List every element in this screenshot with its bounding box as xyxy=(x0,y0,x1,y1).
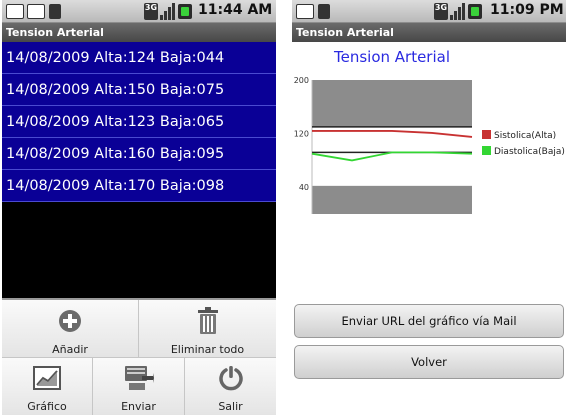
phone-screen-list: 3G 11:44 AM Tension Arterial 14/08/2009 … xyxy=(2,0,276,415)
reading-item[interactable]: 14/08/2009 Alta:124 Baja:044 xyxy=(2,42,276,74)
series-line xyxy=(311,151,473,162)
add-label: Añadir xyxy=(52,343,88,356)
status-time: 11:44 AM xyxy=(198,2,273,18)
signal-strength-icon xyxy=(450,3,465,20)
trash-icon xyxy=(197,307,218,334)
sd-card-icon xyxy=(49,4,61,19)
status-bar: 3G 11:09 PM xyxy=(292,0,566,23)
legend-label: Diastolica(Baja) xyxy=(494,147,565,157)
sd-card-icon xyxy=(318,4,330,19)
delete-all-label: Eliminar todo xyxy=(170,343,245,356)
network-3g-icon: 3G xyxy=(144,3,158,20)
status-time: 11:09 PM xyxy=(490,2,564,18)
phone-screen-chart: 3G 11:09 PM Tension Arterial Tension Art… xyxy=(292,0,566,415)
delete-all-button[interactable]: Eliminar todo xyxy=(139,300,276,358)
series-line xyxy=(312,130,473,138)
status-bar: 3G 11:44 AM xyxy=(2,0,276,23)
reference-band xyxy=(312,80,472,127)
battery-icon xyxy=(468,4,482,19)
reference-band xyxy=(312,185,472,214)
app-title-bar: Tension Arterial xyxy=(2,23,276,42)
legend-swatch xyxy=(482,146,491,155)
sms-notification-icon xyxy=(296,4,314,19)
y-tick-label: 200 xyxy=(294,76,309,85)
sms-notification-icon xyxy=(6,4,24,19)
exit-button[interactable]: Salir xyxy=(185,358,276,415)
reading-item[interactable]: 14/08/2009 Alta:170 Baja:098 xyxy=(2,170,276,202)
blood-pressure-chart: Tension Arterial 40 120 200 Sistolica(Alta… xyxy=(294,48,565,214)
missed-call-icon xyxy=(27,4,45,19)
plus-circle-icon xyxy=(59,310,81,332)
send-url-mail-button[interactable]: Enviar URL del gráfico vía Mail xyxy=(294,304,564,338)
legend-swatch xyxy=(482,130,491,139)
chart-title: Tension Arterial xyxy=(333,48,450,66)
battery-icon xyxy=(178,4,192,19)
signal-strength-icon xyxy=(160,3,175,20)
y-tick-label: 40 xyxy=(299,183,309,192)
options-menu: Añadir Eliminar todo Gráfico Enviar Sali… xyxy=(2,298,276,415)
chart-label: Gráfico xyxy=(27,400,67,413)
chart-button[interactable]: Gráfico xyxy=(2,358,93,415)
readings-list: 14/08/2009 Alta:124 Baja:044 14/08/2009 … xyxy=(2,42,276,202)
add-button[interactable]: Añadir xyxy=(2,300,139,358)
exit-label: Salir xyxy=(218,400,243,413)
reading-item[interactable]: 14/08/2009 Alta:123 Baja:065 xyxy=(2,106,276,138)
chart-icon xyxy=(33,366,61,390)
send-icon xyxy=(124,366,154,390)
network-3g-icon: 3G xyxy=(434,3,448,20)
y-tick-label: 120 xyxy=(294,130,309,139)
legend-label: Sistolica(Alta) xyxy=(494,131,556,141)
send-label: Enviar xyxy=(121,400,156,413)
send-button[interactable]: Enviar xyxy=(93,358,185,415)
power-icon xyxy=(218,366,243,391)
back-button[interactable]: Volver xyxy=(294,345,564,379)
reading-item[interactable]: 14/08/2009 Alta:150 Baja:075 xyxy=(2,74,276,106)
app-title-bar: Tension Arterial xyxy=(292,23,566,42)
reading-item[interactable]: 14/08/2009 Alta:160 Baja:095 xyxy=(2,138,276,170)
